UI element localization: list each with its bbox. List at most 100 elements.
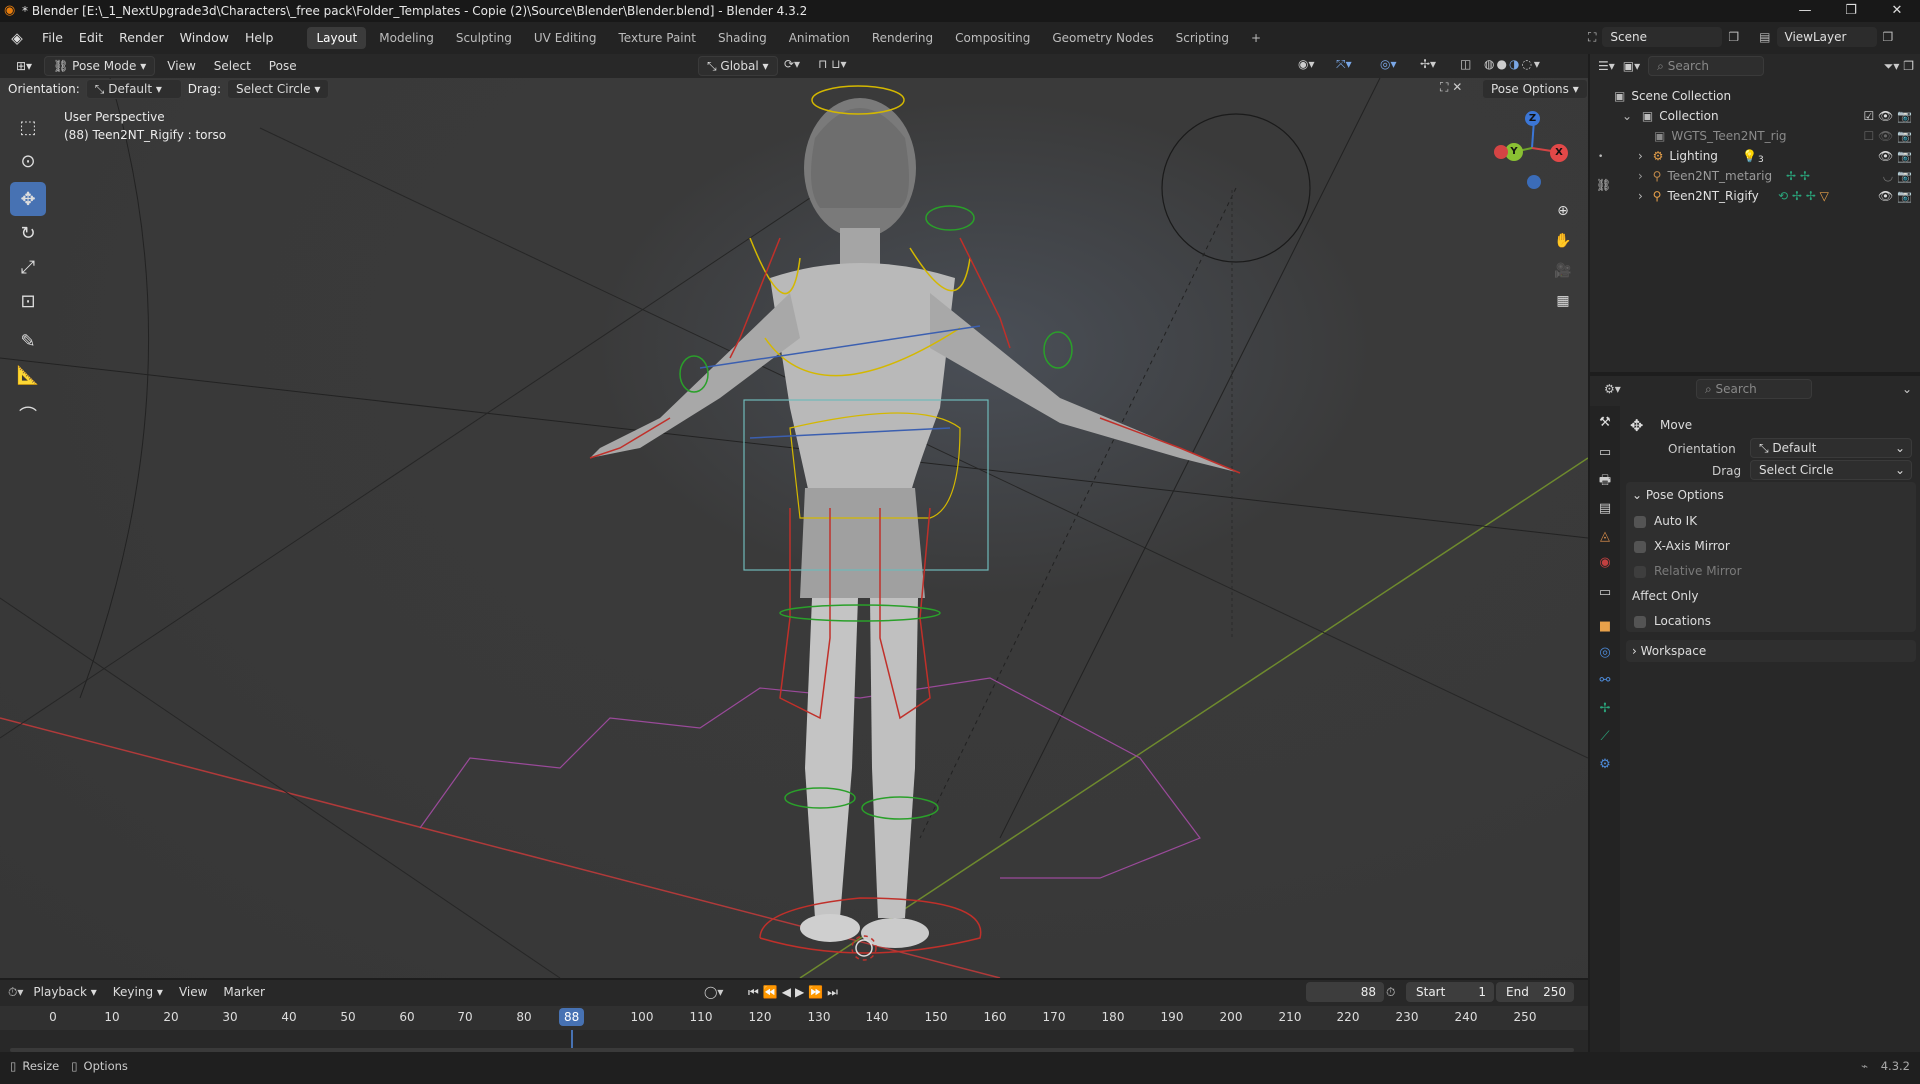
outliner-row-scene-collection[interactable]: ▣ Scene Collection <box>1590 86 1920 106</box>
tab-animation[interactable]: Animation <box>780 27 859 49</box>
tab-geometry-nodes[interactable]: Geometry Nodes <box>1043 27 1162 49</box>
armature-data-tab-icon[interactable]: ✢ <box>1596 700 1614 718</box>
new-scene-icon[interactable]: ❐ <box>1728 30 1739 44</box>
properties-editor-icon[interactable]: ⚙▾ <box>1604 382 1621 396</box>
tab-compositing[interactable]: Compositing <box>946 27 1039 49</box>
bone-tool-icon[interactable]: ⌒ <box>10 398 46 432</box>
auto-keying-icon[interactable]: ◯▾ <box>704 985 723 999</box>
x-axis-mirror-checkbox[interactable]: X-Axis Mirror <box>1634 539 1730 553</box>
gizmo-toggle-icon[interactable]: ⤧▾ <box>1336 57 1352 72</box>
outliner-row-lighting[interactable]: › ⚙ Lighting 💡 3 👁 📷 <box>1590 146 1920 166</box>
object-tab-icon[interactable]: ■ <box>1596 618 1614 636</box>
expand-arrow-icon[interactable]: › <box>1638 169 1643 183</box>
ortho-grid-icon[interactable]: ▦ <box>1550 288 1576 314</box>
drag-prop-selector[interactable]: Select Circle ⌄ <box>1750 460 1912 480</box>
pose-options-header[interactable]: ⌄ Pose Options <box>1632 488 1724 502</box>
gizmo-x-axis[interactable]: X <box>1550 144 1568 162</box>
playhead-marker[interactable]: 88 <box>559 1008 585 1026</box>
tab-texture-paint[interactable]: Texture Paint <box>610 27 705 49</box>
outliner-row-collection[interactable]: ⌄ ▣ Collection ☑ 👁 📷 <box>1590 106 1920 126</box>
preview-range-icon[interactable]: ⏱ <box>1386 985 1395 1000</box>
editor-type-icon[interactable]: ⊞▾ <box>10 59 38 73</box>
collection-visibility-icons[interactable]: ☑ 👁 📷 <box>1863 106 1912 126</box>
locations-checkbox[interactable]: Locations <box>1634 614 1711 628</box>
maximize-button[interactable]: ❐ <box>1828 0 1874 22</box>
tool-tab-icon[interactable]: ⚒ <box>1596 414 1614 432</box>
collection-tab-icon[interactable]: ▭ <box>1596 584 1614 602</box>
outliner-row-wgts[interactable]: ▣ WGTS_Teen2NT_rig ☐ 👁 📷 <box>1590 126 1920 146</box>
3d-viewport[interactable]: User Perspective (88) Teen2NT_Rigify : t… <box>0 78 1588 978</box>
expand-arrow-icon[interactable]: ⌄ <box>1622 109 1632 123</box>
menu-help[interactable]: Help <box>237 22 282 54</box>
snap-icon[interactable]: ⊓ ⊔▾ <box>818 57 847 71</box>
playback-controls[interactable]: ⏮⏪◀▶⏩⏭ <box>748 985 842 1000</box>
start-frame-field[interactable]: Start 1 <box>1406 982 1494 1002</box>
auto-ik-checkbox[interactable]: Auto IK <box>1634 514 1697 528</box>
output-tab-icon[interactable]: 🖶 <box>1596 472 1614 490</box>
view-layer-selector[interactable]: ViewLayer <box>1776 27 1877 47</box>
wgts-visibility-icons[interactable]: ☐ 👁 📷 <box>1863 126 1912 146</box>
outliner-search-input[interactable]: ⌕ Search <box>1648 56 1765 76</box>
menu-edit[interactable]: Edit <box>71 22 111 54</box>
cursor-tool-icon[interactable]: ⊙ <box>10 144 46 178</box>
rotate-tool-icon[interactable]: ↻ <box>10 216 46 250</box>
move-tool-icon[interactable]: ✥ <box>10 182 46 216</box>
bone-tab-icon[interactable]: ⟋ <box>1596 728 1614 746</box>
minimize-button[interactable]: — <box>1782 0 1828 22</box>
outliner-row-rigify[interactable]: › ⚲ Teen2NT_Rigify ⟲ ✢ ✢ ▽ 👁 📷 <box>1590 186 1920 206</box>
scene-tab-icon[interactable]: ◬ <box>1596 528 1614 546</box>
menu-file[interactable]: File <box>34 22 71 54</box>
pan-hand-icon[interactable]: ✋ <box>1550 228 1576 254</box>
display-mode-icon[interactable]: ▣▾ <box>1623 59 1640 73</box>
orientation-selector[interactable]: ⤡ Default ▾ <box>85 79 182 99</box>
current-frame-field[interactable]: 88 <box>1306 982 1384 1002</box>
transform-tool-icon[interactable]: ⊡ <box>10 284 46 318</box>
expand-arrow-icon[interactable]: › <box>1638 149 1643 163</box>
visibility-icon[interactable]: ◉▾ <box>1298 57 1315 71</box>
filter-icon[interactable]: ⏷▾ ❐ <box>1884 59 1914 74</box>
tab-scripting[interactable]: Scripting <box>1167 27 1238 49</box>
bone-overlay-icon[interactable]: ✢▾ <box>1420 57 1436 71</box>
menu-view[interactable]: View <box>161 59 201 73</box>
drag-selector[interactable]: Select Circle ▾ <box>226 79 330 99</box>
new-view-layer-icon[interactable]: ❐ <box>1883 30 1894 44</box>
pose-options-dropdown[interactable]: Pose Options ▾ <box>1482 79 1588 99</box>
snap-panel-icon[interactable]: ⛶ ✕ <box>1440 80 1462 95</box>
select-tool-icon[interactable]: ⬚ <box>10 110 46 144</box>
gizmo-neg-z-axis[interactable] <box>1527 175 1541 189</box>
outliner-row-metarig[interactable]: › ⚲ Teen2NT_metarig ✢ ✢ ◡ 📷 <box>1590 166 1920 186</box>
mode-selector[interactable]: ⛓ Pose Mode ▾ <box>44 56 156 76</box>
tab-layout[interactable]: Layout <box>307 27 367 49</box>
blender-menu-icon[interactable]: ◈ <box>0 29 34 47</box>
zoom-icon[interactable]: ⊕ <box>1550 198 1576 224</box>
camera-view-icon[interactable]: 🎥 <box>1550 258 1576 284</box>
menu-playback[interactable]: Playback ▾ <box>27 985 102 999</box>
measure-tool-icon[interactable]: 📐 <box>10 358 46 392</box>
tab-sculpting[interactable]: Sculpting <box>447 27 521 49</box>
constraints-tab-icon[interactable]: ⚯ <box>1596 672 1614 690</box>
menu-timeline-view[interactable]: View <box>173 985 213 999</box>
expand-arrow-icon[interactable]: › <box>1638 189 1643 203</box>
menu-window[interactable]: Window <box>172 22 237 54</box>
view-layer-tab-icon[interactable]: ▤ <box>1596 500 1614 518</box>
menu-render[interactable]: Render <box>111 22 172 54</box>
xray-icon[interactable]: ◫ <box>1460 57 1471 71</box>
timeline-editor-icon[interactable]: ⏱▾ <box>8 985 23 1000</box>
world-tab-icon[interactable]: ◉ <box>1596 554 1614 572</box>
menu-keying[interactable]: Keying ▾ <box>107 985 169 999</box>
tab-rendering[interactable]: Rendering <box>863 27 942 49</box>
menu-marker[interactable]: Marker <box>217 985 270 999</box>
tab-modeling[interactable]: Modeling <box>370 27 443 49</box>
menu-pose[interactable]: Pose <box>263 59 303 73</box>
gizmo-neg-x-axis[interactable] <box>1494 145 1508 159</box>
tab-uv-editing[interactable]: UV Editing <box>525 27 606 49</box>
gizmo-z-axis[interactable]: Z <box>1525 111 1540 126</box>
metarig-visibility-icons[interactable]: ◡ 📷 <box>1883 166 1912 186</box>
menu-select[interactable]: Select <box>208 59 257 73</box>
transform-orientation-selector[interactable]: ⤡ Global ▾ <box>698 56 778 76</box>
physics-tab-icon[interactable]: ◎ <box>1596 644 1614 662</box>
orientation-prop-selector[interactable]: ⤡ Default ⌄ <box>1750 438 1912 458</box>
properties-search-input[interactable]: ⌕ Search <box>1696 379 1812 399</box>
workspace-header[interactable]: › Workspace <box>1632 644 1706 658</box>
render-tab-icon[interactable]: ▭ <box>1596 444 1614 462</box>
